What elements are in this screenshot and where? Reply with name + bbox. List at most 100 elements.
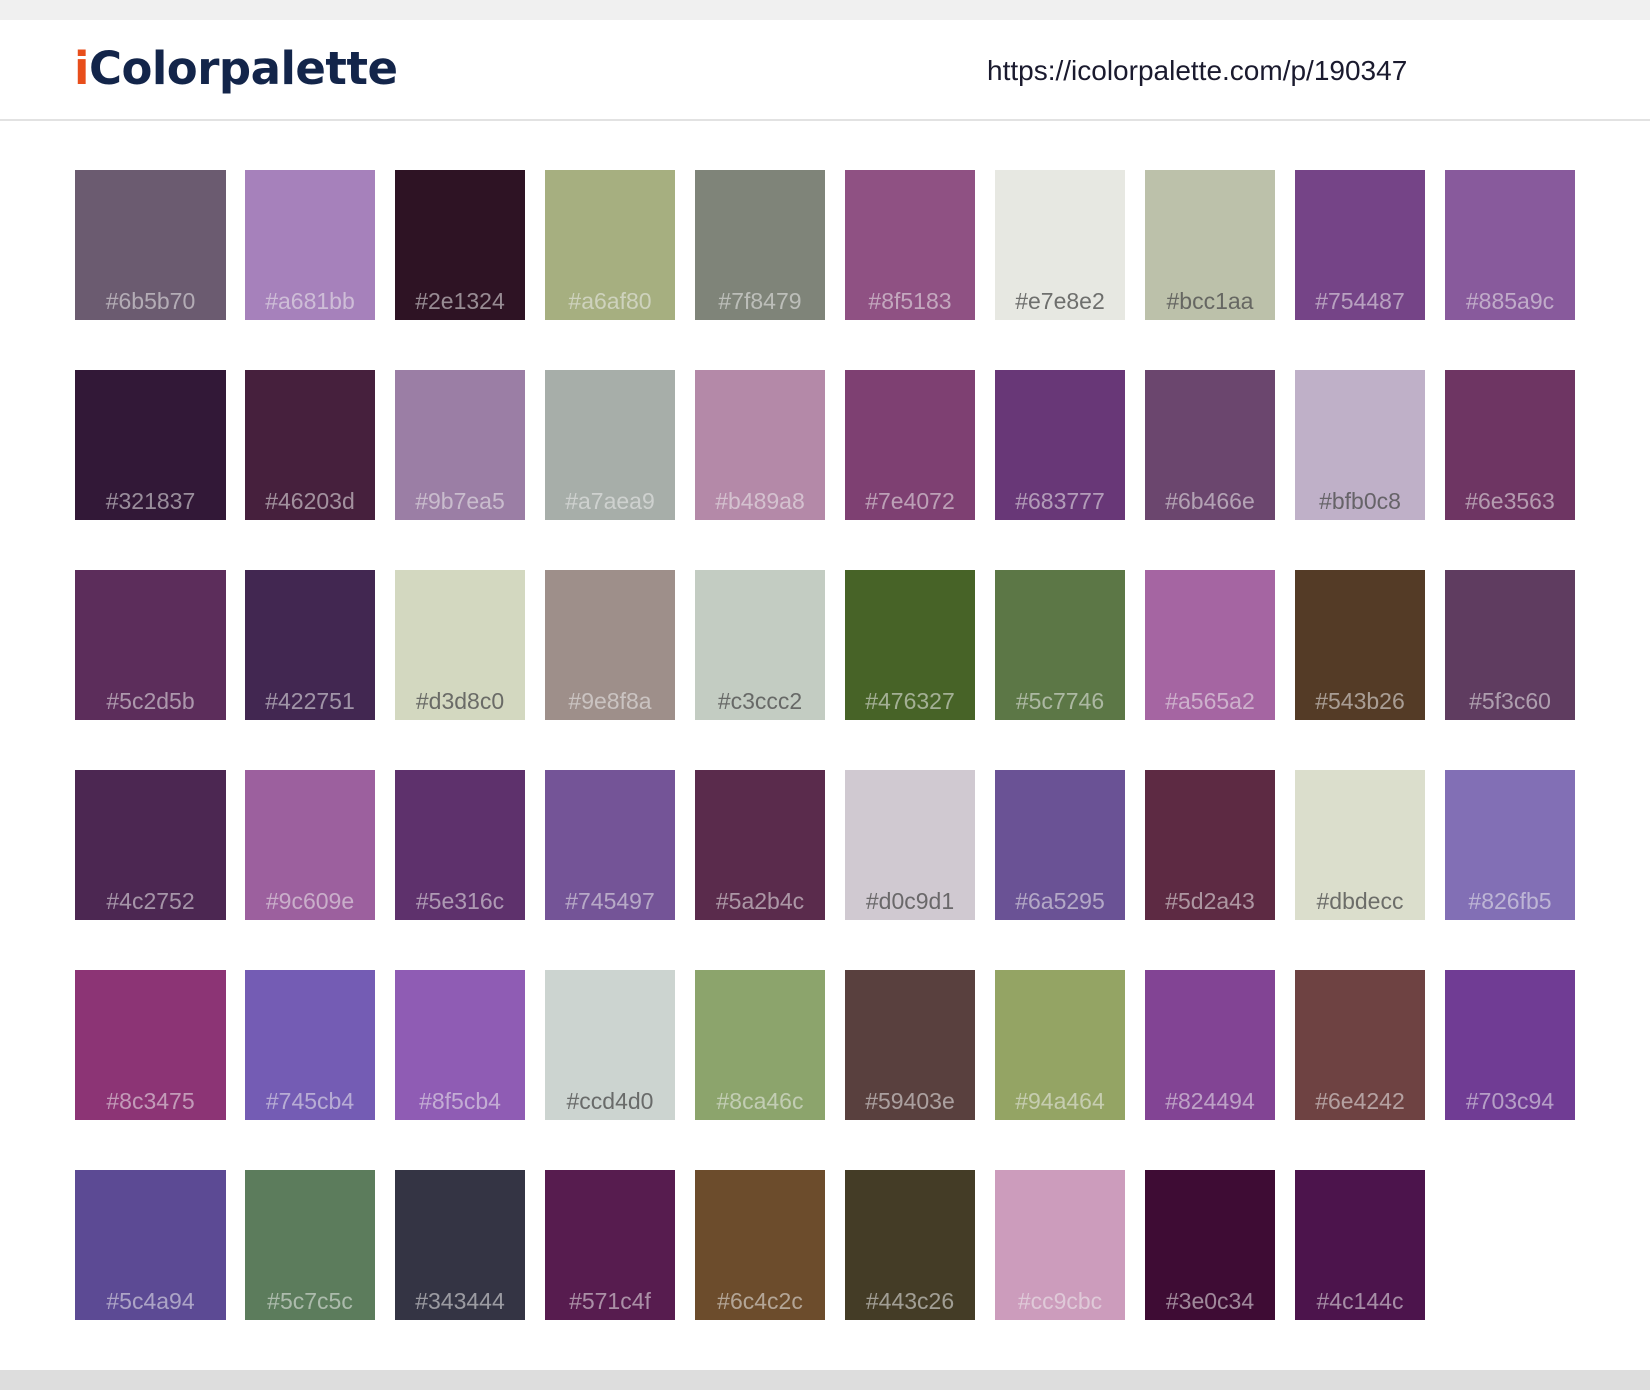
color-swatch[interactable]: #571c4f	[545, 1170, 675, 1320]
color-swatch[interactable]: #2e1324	[395, 170, 525, 320]
site-logo[interactable]: iColorpalette	[74, 46, 398, 91]
color-hex-label: #59403e	[865, 1088, 955, 1114]
color-swatch[interactable]: #46203d	[245, 370, 375, 520]
color-hex-label: #8ca46c	[716, 1088, 804, 1114]
color-hex-label: #b489a8	[715, 488, 805, 514]
color-swatch[interactable]: #5f3c60	[1445, 570, 1575, 720]
color-swatch[interactable]: #8f5cb4	[395, 970, 525, 1120]
color-swatch[interactable]: #d3d8c0	[395, 570, 525, 720]
color-swatch[interactable]: #a565a2	[1145, 570, 1275, 720]
color-hex-label: #571c4f	[569, 1288, 651, 1314]
color-swatch[interactable]: #6b466e	[1145, 370, 1275, 520]
color-swatch[interactable]: #745cb4	[245, 970, 375, 1120]
color-swatch[interactable]: #5c7c5c	[245, 1170, 375, 1320]
color-hex-label: #6a5295	[1015, 888, 1105, 914]
color-swatch[interactable]: #a7aea9	[545, 370, 675, 520]
color-hex-label: #5a2b4c	[715, 888, 805, 914]
color-swatch[interactable]: #321837	[75, 370, 226, 520]
color-swatch[interactable]: #543b26	[1295, 570, 1425, 720]
color-hex-label: #6b5b70	[105, 288, 196, 314]
color-swatch[interactable]: #443c26	[845, 1170, 975, 1320]
color-hex-label: #a681bb	[265, 288, 355, 314]
color-swatch[interactable]: #7f8479	[695, 170, 825, 320]
color-swatch[interactable]: #59403e	[845, 970, 975, 1120]
color-swatch[interactable]: #6a5295	[995, 770, 1125, 920]
palette-grid: #6b5b70 #a681bb #2e1324 #a6af80 #7f8479 #8f51…	[0, 121, 1650, 1370]
color-hex-label: #a565a2	[1165, 688, 1255, 714]
color-hex-label: #d3d8c0	[415, 688, 505, 714]
color-swatch[interactable]: #683777	[995, 370, 1125, 520]
color-hex-label: #a6af80	[568, 288, 652, 314]
color-swatch[interactable]: #cc9cbc	[995, 1170, 1125, 1320]
color-hex-label: #5c2d5b	[106, 688, 195, 714]
color-swatch[interactable]: #885a9c	[1445, 170, 1575, 320]
color-swatch[interactable]: #745497	[545, 770, 675, 920]
color-hex-label: #754487	[1315, 288, 1405, 314]
color-swatch[interactable]: #3e0c34	[1145, 1170, 1275, 1320]
color-swatch[interactable]: #dbdecc	[1295, 770, 1425, 920]
color-hex-label: #5d2a43	[1165, 888, 1255, 914]
color-swatch[interactable]: #4c144c	[1295, 1170, 1425, 1320]
color-swatch[interactable]: #5c2d5b	[75, 570, 226, 720]
color-swatch[interactable]: #5c4a94	[75, 1170, 226, 1320]
color-hex-label: #5c7c5c	[267, 1288, 353, 1314]
color-swatch[interactable]: #6e4242	[1295, 970, 1425, 1120]
color-swatch[interactable]: #5d2a43	[1145, 770, 1275, 920]
color-swatch[interactable]: #754487	[1295, 170, 1425, 320]
color-hex-label: #8c3475	[106, 1088, 195, 1114]
color-hex-label: #c3ccc2	[717, 688, 803, 714]
color-swatch[interactable]: #a6af80	[545, 170, 675, 320]
color-hex-label: #d0c9d1	[865, 888, 955, 914]
color-hex-label: #885a9c	[1465, 288, 1555, 314]
color-swatch[interactable]: #6e3563	[1445, 370, 1575, 520]
color-hex-label: #8f5cb4	[419, 1088, 501, 1114]
logo-wordmark: Colorpalette	[88, 42, 398, 95]
color-hex-label: #2e1324	[415, 288, 505, 314]
color-swatch[interactable]: #94a464	[995, 970, 1125, 1120]
color-hex-label: #543b26	[1315, 688, 1405, 714]
color-hex-label: #ccd4d0	[566, 1088, 654, 1114]
color-hex-label: #422751	[265, 688, 355, 714]
color-hex-label: #e7e8e2	[1015, 288, 1105, 314]
color-swatch[interactable]: #476327	[845, 570, 975, 720]
color-hex-label: #7e4072	[865, 488, 955, 514]
color-swatch[interactable]: #9e8f8a	[545, 570, 675, 720]
palette-url: https://icolorpalette.com/p/190347	[987, 55, 1408, 86]
page: iColorpalette https://icolorpalette.com/…	[0, 0, 1650, 1390]
color-swatch[interactable]: #703c94	[1445, 970, 1575, 1120]
color-swatch[interactable]: #422751	[245, 570, 375, 720]
color-swatch[interactable]: #7e4072	[845, 370, 975, 520]
color-swatch[interactable]: #8f5183	[845, 170, 975, 320]
color-swatch[interactable]: #a681bb	[245, 170, 375, 320]
color-hex-label: #6b466e	[1165, 488, 1255, 514]
color-swatch[interactable]: #826fb5	[1445, 770, 1575, 920]
color-swatch[interactable]: #5c7746	[995, 570, 1125, 720]
color-swatch[interactable]: #c3ccc2	[695, 570, 825, 720]
color-swatch[interactable]: #bfb0c8	[1295, 370, 1425, 520]
color-swatch[interactable]: #9c609e	[245, 770, 375, 920]
color-hex-label: #4c2752	[106, 888, 195, 914]
color-hex-label: #6e3563	[1465, 488, 1555, 514]
color-hex-label: #321837	[105, 488, 196, 514]
color-hex-label: #9c609e	[265, 888, 355, 914]
color-swatch[interactable]: #ccd4d0	[545, 970, 675, 1120]
color-swatch[interactable]: #bcc1aa	[1145, 170, 1275, 320]
color-swatch[interactable]: #343444	[395, 1170, 525, 1320]
color-swatch[interactable]: #5a2b4c	[695, 770, 825, 920]
color-hex-label: #46203d	[265, 488, 355, 514]
color-swatch[interactable]: #8c3475	[75, 970, 226, 1120]
color-swatch[interactable]: #5e316c	[395, 770, 525, 920]
color-hex-label: #5c4a94	[106, 1288, 195, 1314]
color-swatch[interactable]: #4c2752	[75, 770, 226, 920]
color-swatch[interactable]: #6b5b70	[75, 170, 226, 320]
color-hex-label: #683777	[1015, 488, 1105, 514]
color-swatch[interactable]: #b489a8	[695, 370, 825, 520]
color-swatch[interactable]: #9b7ea5	[395, 370, 525, 520]
color-swatch[interactable]: #6c4c2c	[695, 1170, 825, 1320]
color-swatch[interactable]: #e7e8e2	[995, 170, 1125, 320]
color-swatch[interactable]: #d0c9d1	[845, 770, 975, 920]
color-swatch[interactable]: #8ca46c	[695, 970, 825, 1120]
color-hex-label: #745cb4	[265, 1088, 355, 1114]
color-swatch[interactable]: #824494	[1145, 970, 1275, 1120]
color-hex-label: #343444	[415, 1288, 505, 1314]
